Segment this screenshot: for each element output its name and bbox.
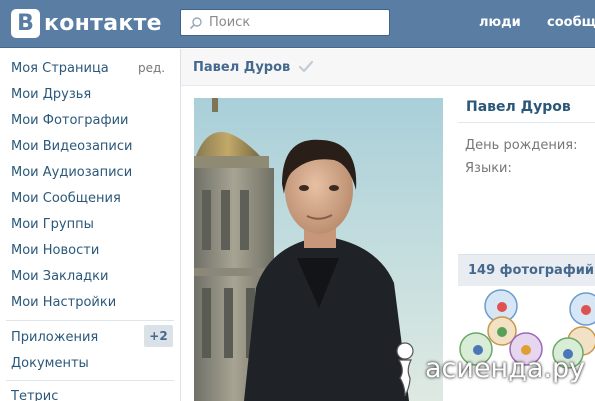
photos-count: 149 фотографий: [468, 263, 594, 278]
sidebar-item-bookmarks[interactable]: Мои Закладки: [11, 269, 108, 284]
top-bar: B контакте люди сообщ: [0, 0, 595, 48]
sidebar-item-news[interactable]: Мои Новости: [11, 243, 99, 258]
sidebar: Моя Страница ред. Мои Друзья Мои Фотогра…: [0, 49, 180, 401]
page-title: Павел Дуров: [193, 60, 291, 75]
photos-section-header[interactable]: 149 фотографий: [458, 254, 595, 286]
search-box[interactable]: [180, 9, 390, 36]
vk-logo[interactable]: B контакте: [11, 8, 162, 38]
info-divider: [458, 122, 595, 123]
sidebar-item-settings[interactable]: Мои Настройки: [11, 295, 116, 310]
sidebar-item-photos[interactable]: Мои Фотографии: [11, 113, 128, 128]
sidebar-item-my-page[interactable]: Моя Страница: [11, 61, 109, 76]
edit-link[interactable]: ред.: [138, 61, 165, 75]
sidebar-divider: [6, 380, 174, 381]
languages-label: Языки:: [465, 161, 512, 176]
search-input[interactable]: [209, 15, 379, 30]
sidebar-item-audio[interactable]: Мои Аудиозаписи: [11, 165, 132, 180]
search-icon: [189, 16, 202, 29]
sidebar-item-friends[interactable]: Мои Друзья: [11, 87, 91, 102]
watermark-text: асиенда.ру: [425, 353, 586, 384]
sidebar-divider: [6, 320, 174, 321]
apps-count-badge[interactable]: +2: [144, 325, 173, 347]
logo-text: контакте: [44, 10, 162, 36]
profile-name: Павел Дуров: [466, 99, 571, 115]
birthday-label: День рождения:: [465, 138, 578, 153]
logo-badge: B: [11, 8, 40, 38]
sidebar-item-messages[interactable]: Мои Сообщения: [11, 191, 121, 206]
nav-link-people[interactable]: люди: [479, 15, 521, 30]
nav-link-messages[interactable]: сообщ: [547, 15, 595, 30]
page-header: Павел Дуров: [181, 49, 595, 86]
checkmark-icon: [298, 60, 314, 73]
sidebar-item-groups[interactable]: Мои Группы: [11, 217, 94, 232]
sidebar-item-tetris[interactable]: Тетрис: [11, 389, 58, 401]
sidebar-item-apps[interactable]: Приложения: [11, 330, 98, 345]
sidebar-item-documents[interactable]: Документы: [11, 356, 89, 371]
sidebar-item-videos[interactable]: Мои Видеозаписи: [11, 139, 132, 154]
